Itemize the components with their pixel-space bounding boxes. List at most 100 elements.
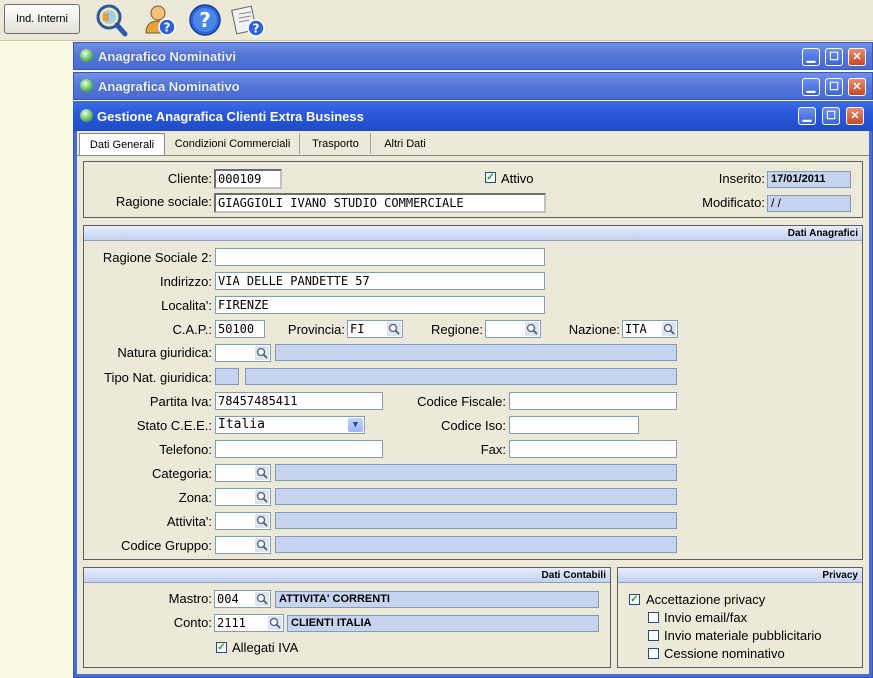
nazione-value: ITA xyxy=(625,322,647,336)
close-button[interactable]: ✕ xyxy=(846,107,864,125)
natura-giuridica-description xyxy=(275,344,677,361)
partita-iva-field[interactable]: 78457485411 xyxy=(215,392,383,410)
close-button[interactable]: ✕ xyxy=(848,48,866,66)
tipo-nat-giuridica-label: Tipo Nat. giuridica: xyxy=(104,370,212,385)
categoria-label: Categoria: xyxy=(152,466,212,481)
minimize-button[interactable]: ▁ xyxy=(802,48,820,66)
invio-email-fax-label: Invio email/fax xyxy=(664,610,748,625)
inserito-value: 17/01/2011 xyxy=(767,171,851,188)
codice-gruppo-label: Codice Gruppo: xyxy=(120,538,212,553)
tab-condizioni-commerciali[interactable]: Condizioni Commerciali xyxy=(166,133,300,154)
lookup-icon[interactable] xyxy=(255,538,269,552)
tab-trasporto[interactable]: Trasporto xyxy=(301,133,371,154)
user-help-icon[interactable]: ? xyxy=(143,3,177,37)
mastro-label: Mastro: xyxy=(168,591,212,606)
codice-iso-label: Codice Iso: xyxy=(440,418,506,433)
attivo-label: Attivo xyxy=(501,171,534,186)
indirizzo-field[interactable]: VIA DELLE PANDETTE 57 xyxy=(215,272,545,290)
partita-iva-label: Partita Iva: xyxy=(149,394,212,409)
fax-field[interactable] xyxy=(509,440,677,458)
window-anagrafica-nominativo[interactable]: Anagrafica Nominativo ▁ ☐ ✕ xyxy=(73,72,873,100)
lookup-icon[interactable] xyxy=(268,616,282,630)
main-window-titlebar[interactable]: Gestione Anagrafica Clienti Extra Busine… xyxy=(73,101,873,131)
ragione-sociale-2-label: Ragione Sociale 2: xyxy=(102,250,212,265)
minimize-button[interactable]: ▁ xyxy=(802,78,820,96)
tipo-nat-giuridica-description xyxy=(245,368,677,385)
cessione-nominativo-checkbox[interactable] xyxy=(648,648,659,659)
provincia-lookup[interactable]: FI xyxy=(347,320,403,338)
cliente-label: Cliente: xyxy=(167,171,212,186)
indirizzo-label: Indirizzo: xyxy=(159,274,212,289)
invio-materiale-checkbox[interactable] xyxy=(648,630,659,641)
regione-lookup[interactable] xyxy=(485,320,541,338)
invio-email-fax-checkbox[interactable] xyxy=(648,612,659,623)
help-icon[interactable]: ? xyxy=(188,3,222,37)
provincia-label: Provincia: xyxy=(287,322,345,337)
cliente-field[interactable]: 000109 xyxy=(214,169,282,189)
lookup-icon[interactable] xyxy=(387,322,401,336)
window-anagrafico-nominativi[interactable]: Anagrafico Nominativi ▁ ☐ ✕ xyxy=(73,42,873,70)
telefono-field[interactable] xyxy=(215,440,383,458)
nazione-lookup[interactable]: ITA xyxy=(622,320,678,338)
tab-dati-generali[interactable]: Dati Generali xyxy=(79,133,165,156)
attivo-checkbox[interactable]: ✓ xyxy=(485,172,496,183)
zona-description xyxy=(275,488,677,505)
zona-lookup[interactable] xyxy=(215,488,271,506)
cap-field[interactable]: 50100 xyxy=(215,320,265,338)
regione-label: Regione: xyxy=(430,322,483,337)
maximize-button[interactable]: ☐ xyxy=(825,78,843,96)
lookup-icon[interactable] xyxy=(255,592,269,606)
codice-iso-field[interactable] xyxy=(509,416,639,434)
chevron-down-icon[interactable]: ▼ xyxy=(348,418,363,432)
maximize-button[interactable]: ☐ xyxy=(825,48,843,66)
attivita-label: Attivita': xyxy=(166,514,212,529)
accettazione-privacy-checkbox[interactable]: ✓ xyxy=(629,594,640,605)
modificato-value: / / xyxy=(767,195,851,212)
lookup-icon[interactable] xyxy=(255,490,269,504)
ragione-sociale-field[interactable]: GIAGGIOLI IVANO STUDIO COMMERCIALE xyxy=(214,193,546,213)
svg-text:?: ? xyxy=(164,21,171,35)
natura-giuridica-lookup[interactable] xyxy=(215,344,271,362)
tab-altri-dati[interactable]: Altri Dati xyxy=(372,133,438,154)
provincia-value: FI xyxy=(350,322,365,336)
window-title: Gestione Anagrafica Clienti Extra Busine… xyxy=(97,109,364,124)
close-button[interactable]: ✕ xyxy=(848,78,866,96)
minimize-button[interactable]: ▁ xyxy=(798,107,816,125)
codice-fiscale-field[interactable] xyxy=(509,392,677,410)
mastro-description: ATTIVITA' CORRENTI xyxy=(275,591,599,608)
attivita-lookup[interactable] xyxy=(215,512,271,530)
dati-anagrafici-title: Dati Anagrafici xyxy=(84,226,862,241)
conto-lookup[interactable]: 2111 xyxy=(214,614,284,632)
inserito-label: Inserito: xyxy=(718,171,765,186)
tipo-nat-giuridica-code xyxy=(215,368,239,385)
tab-divider xyxy=(77,155,869,156)
localita-field[interactable]: FIRENZE xyxy=(215,296,545,314)
telefono-label: Telefono: xyxy=(159,442,212,457)
stato-cee-select[interactable]: Italia ▼ xyxy=(215,416,365,434)
mastro-lookup[interactable]: 004 xyxy=(214,590,271,608)
lookup-icon[interactable] xyxy=(662,322,676,336)
toolbar xyxy=(0,0,873,41)
lookup-icon[interactable] xyxy=(255,346,269,360)
zona-label: Zona: xyxy=(178,490,212,505)
allegati-iva-checkbox[interactable]: ✓ xyxy=(216,642,227,653)
lookup-icon[interactable] xyxy=(255,466,269,480)
app-icon xyxy=(80,49,93,62)
cap-label: C.A.P.: xyxy=(172,322,212,337)
maximize-button[interactable]: ☐ xyxy=(822,107,840,125)
lookup-icon[interactable] xyxy=(525,322,539,336)
search-icon[interactable] xyxy=(94,3,128,37)
svg-text:?: ? xyxy=(199,8,211,32)
window-title: Anagrafica Nominativo xyxy=(98,79,240,94)
app-icon xyxy=(80,109,93,122)
ind-interni-button[interactable]: Ind. Interni xyxy=(4,4,80,34)
lookup-icon[interactable] xyxy=(255,514,269,528)
document-help-icon[interactable]: ? xyxy=(231,3,265,37)
codice-gruppo-lookup[interactable] xyxy=(215,536,271,554)
natura-giuridica-label: Natura giuridica: xyxy=(117,345,212,360)
nazione-label: Nazione: xyxy=(568,322,620,337)
conto-description: CLIENTI ITALIA xyxy=(287,615,599,632)
categoria-lookup[interactable] xyxy=(215,464,271,482)
invio-materiale-label: Invio materiale pubblicitario xyxy=(664,628,822,643)
ragione-sociale-2-field[interactable] xyxy=(215,248,545,266)
